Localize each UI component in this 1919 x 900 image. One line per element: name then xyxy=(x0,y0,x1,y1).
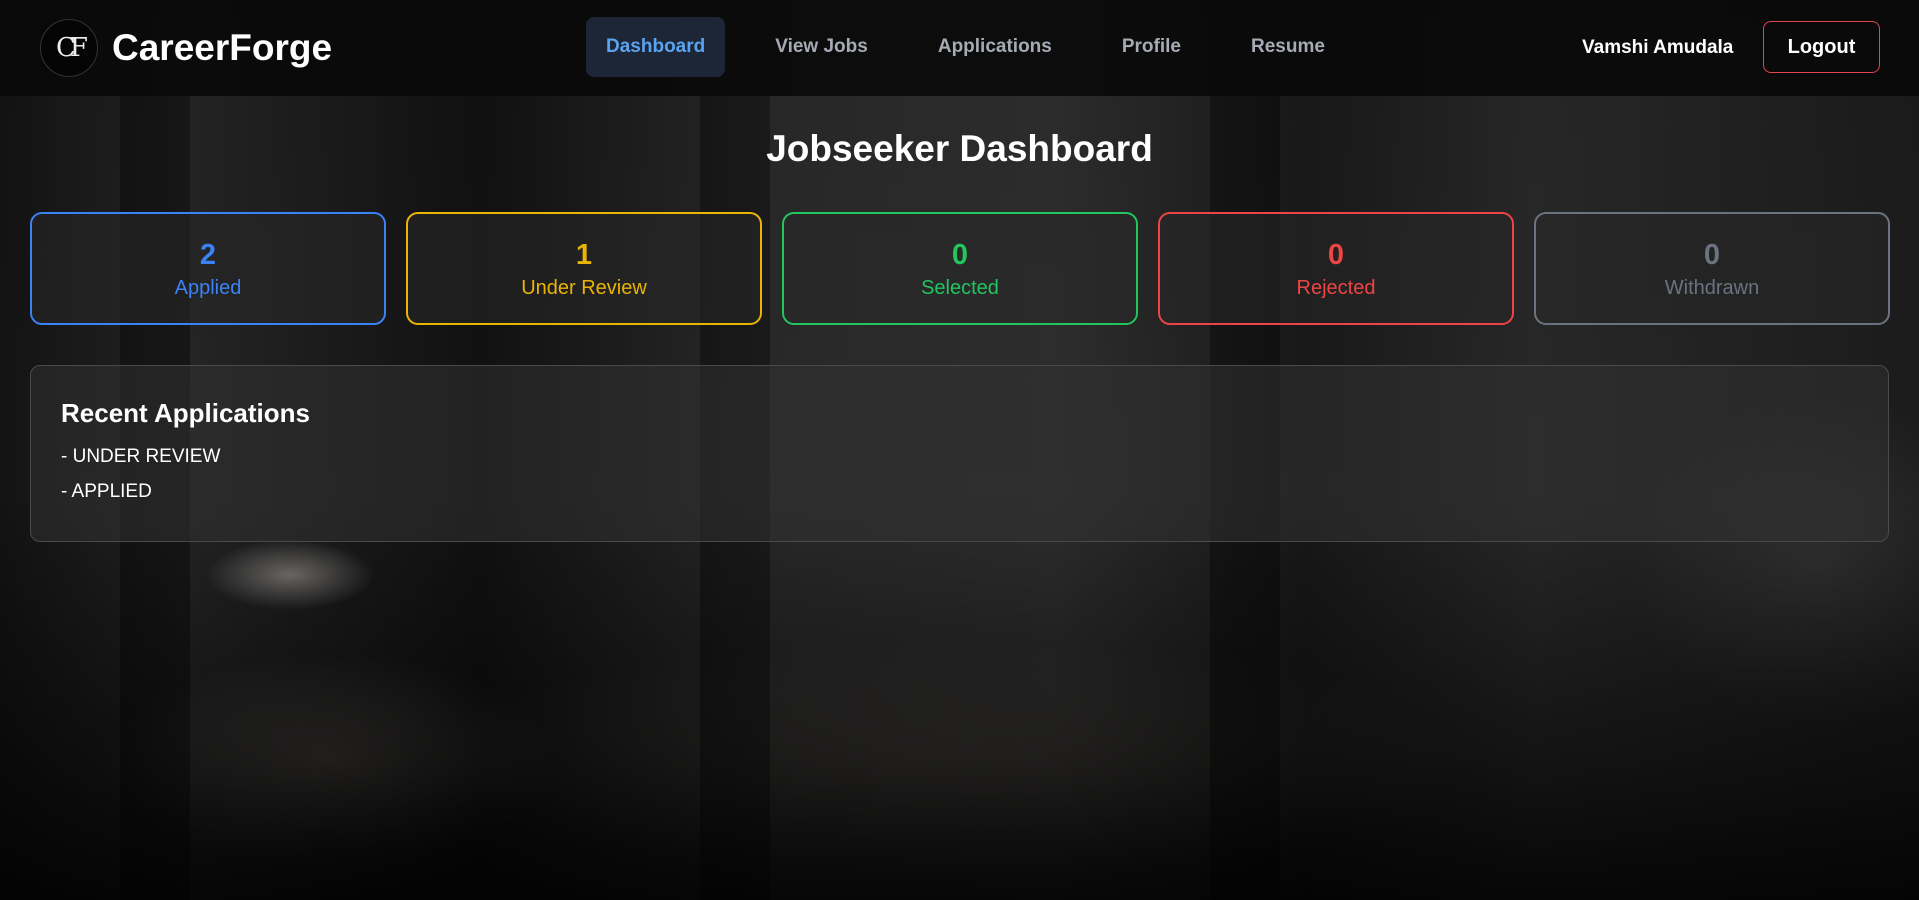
stat-label: Withdrawn xyxy=(1664,276,1760,299)
stats-row: 2 Applied 1 Under Review 0 Selected 0 Re… xyxy=(30,212,1890,325)
user-name: Vamshi Amudala xyxy=(1582,37,1734,58)
stat-value: 0 xyxy=(1327,238,1345,271)
stat-card-applied: 2 Applied xyxy=(30,212,386,325)
stat-value: 2 xyxy=(199,238,217,271)
brand-name: CareerForge xyxy=(112,27,333,68)
stat-value: 0 xyxy=(1703,238,1721,271)
stat-value: 0 xyxy=(951,238,969,271)
stat-card-withdrawn: 0 Withdrawn xyxy=(1534,212,1890,325)
nav-dashboard[interactable]: Dashboard xyxy=(586,17,726,77)
stat-value: 1 xyxy=(575,238,593,271)
stat-card-under-review: 1 Under Review xyxy=(406,212,762,325)
list-item: - UNDER REVIEW xyxy=(61,446,221,467)
nav-resume[interactable]: Resume xyxy=(1231,17,1345,77)
list-item: - APPLIED xyxy=(61,481,152,502)
nav-view-jobs[interactable]: View Jobs xyxy=(755,17,888,77)
stat-label: Under Review xyxy=(521,276,647,299)
recent-applications-title: Recent Applications xyxy=(61,398,310,428)
navbar: CF CareerForge Dashboard View Jobs Appli… xyxy=(0,0,1919,96)
stat-label: Rejected xyxy=(1296,276,1376,299)
page-title: Jobseeker Dashboard xyxy=(766,128,1153,169)
brand[interactable]: CF CareerForge xyxy=(40,19,332,77)
stat-card-selected: 0 Selected xyxy=(782,212,1138,325)
recent-applications-panel: Recent Applications - UNDER REVIEW - APP… xyxy=(30,365,1889,542)
stat-card-rejected: 0 Rejected xyxy=(1158,212,1514,325)
nav-links: Dashboard View Jobs Applications Profile… xyxy=(586,17,1375,77)
brand-logo-icon: CF xyxy=(40,19,98,77)
logout-button[interactable]: Logout xyxy=(1763,21,1880,73)
stat-label: Selected xyxy=(921,276,999,299)
stat-label: Applied xyxy=(174,276,242,299)
nav-applications[interactable]: Applications xyxy=(918,17,1072,77)
nav-profile[interactable]: Profile xyxy=(1102,17,1201,77)
